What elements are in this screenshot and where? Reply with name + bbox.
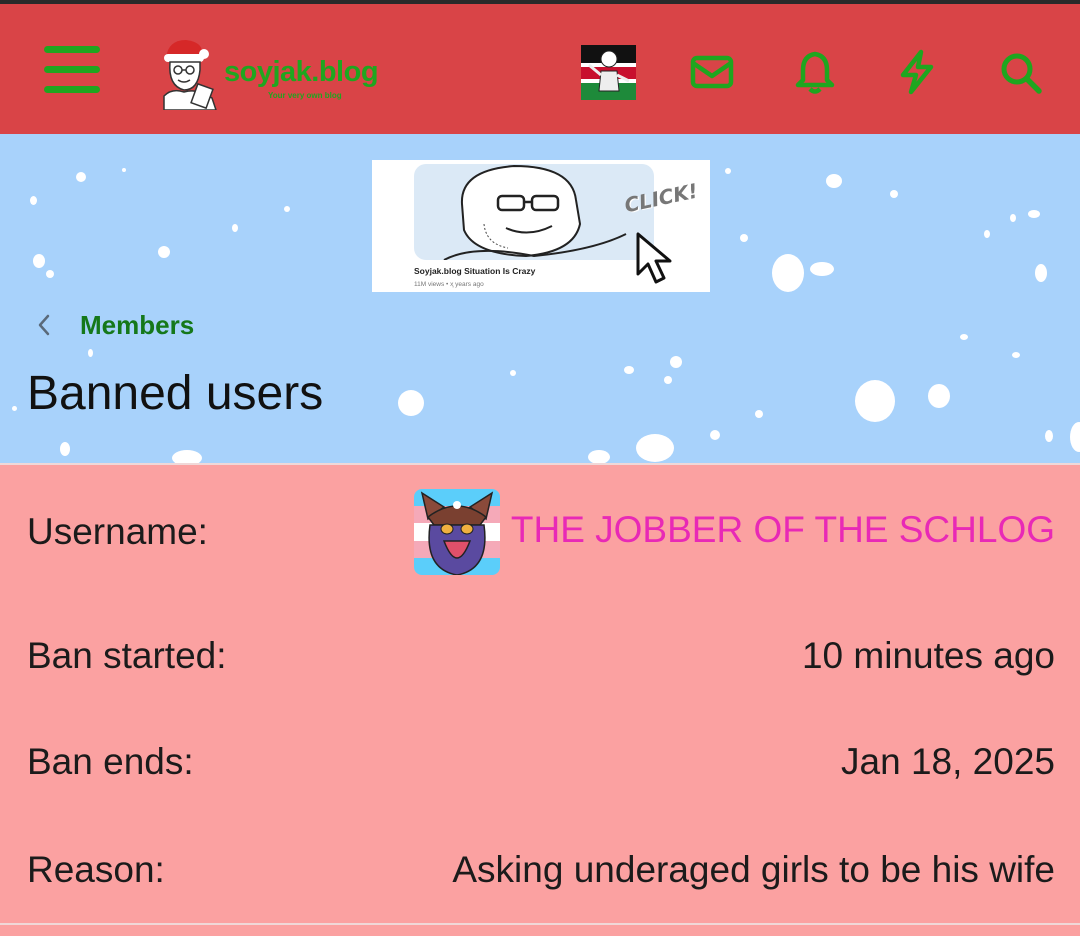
menu-icon[interactable] bbox=[44, 46, 100, 94]
snowflake bbox=[1035, 264, 1047, 282]
page-title: Banned users bbox=[27, 367, 324, 420]
chevron-left-icon[interactable] bbox=[32, 310, 56, 340]
ban-started-value: 10 minutes ago bbox=[801, 635, 1055, 676]
snowflake bbox=[1012, 352, 1020, 358]
bell-icon[interactable] bbox=[791, 48, 839, 96]
reason-label: Reason: bbox=[27, 849, 165, 890]
snowflake bbox=[158, 246, 170, 258]
snowflake bbox=[232, 224, 238, 232]
snowflake bbox=[810, 262, 834, 276]
snowflake bbox=[755, 410, 763, 418]
site-header: soyjak.blog Your very own blog bbox=[0, 4, 1080, 134]
ban-details: Username: THE JOBBER OF THE SCHLOG Ban s… bbox=[0, 465, 1080, 923]
divider bbox=[0, 923, 1080, 925]
site-logo[interactable]: soyjak.blog Your very own blog bbox=[158, 36, 398, 112]
banner-meta: 11M views • ҳ years ago bbox=[414, 281, 484, 288]
snowflake bbox=[890, 190, 898, 198]
snowflake bbox=[855, 380, 895, 422]
snowflake bbox=[60, 442, 70, 456]
snowflake bbox=[284, 206, 290, 212]
user-avatar-image bbox=[414, 489, 500, 575]
logo-tagline: Your very own blog bbox=[268, 91, 342, 100]
lightning-icon[interactable] bbox=[893, 48, 941, 96]
banner-thumbnail bbox=[414, 164, 654, 261]
snowflake bbox=[172, 450, 202, 463]
snowflake bbox=[740, 234, 748, 242]
account-avatar[interactable] bbox=[581, 45, 636, 100]
cursor-icon bbox=[636, 232, 672, 284]
username-label: Username: bbox=[27, 511, 208, 552]
snowflake bbox=[826, 174, 842, 188]
snowflake bbox=[12, 406, 17, 411]
banned-username-link[interactable]: THE JOBBER OF THE SCHLOG bbox=[511, 509, 1055, 551]
snowflake bbox=[636, 434, 674, 462]
snowflake bbox=[664, 376, 672, 384]
snowflake bbox=[46, 270, 54, 278]
snowflake bbox=[984, 230, 990, 238]
user-avatar[interactable] bbox=[414, 489, 500, 575]
snowflake bbox=[1045, 430, 1053, 442]
ban-started-label: Ban started: bbox=[27, 635, 227, 676]
snowflake bbox=[88, 349, 93, 357]
page-hero: CLICK! Soyjak.blog Situation Is Crazy 11… bbox=[0, 134, 1080, 463]
search-icon[interactable] bbox=[996, 48, 1044, 96]
snowflake bbox=[772, 254, 804, 292]
soyjak-face-image bbox=[443, 164, 627, 261]
snowflake bbox=[398, 390, 424, 416]
snowflake bbox=[76, 172, 86, 182]
soyjak-mascot-icon bbox=[163, 40, 217, 110]
inbox-icon[interactable] bbox=[688, 48, 736, 96]
ad-banner[interactable]: CLICK! Soyjak.blog Situation Is Crazy 11… bbox=[372, 160, 710, 292]
snowflake bbox=[33, 254, 45, 268]
logo-text: soyjak.blog bbox=[224, 56, 379, 88]
reason-value: Asking underaged girls to be his wife bbox=[452, 849, 1055, 890]
snowflake bbox=[510, 370, 516, 376]
snowflake bbox=[1010, 214, 1016, 222]
ban-ends-label: Ban ends: bbox=[27, 741, 194, 782]
snowflake bbox=[960, 334, 968, 340]
account-avatar-image bbox=[581, 45, 636, 100]
snowflake bbox=[624, 366, 634, 374]
snowflake bbox=[1028, 210, 1040, 218]
snowflake bbox=[588, 450, 610, 463]
breadcrumb-members[interactable]: Members bbox=[80, 310, 194, 341]
snowflake bbox=[725, 168, 731, 174]
ban-ends-value: Jan 18, 2025 bbox=[841, 741, 1055, 782]
snowflake bbox=[30, 196, 37, 205]
snowflake bbox=[928, 384, 950, 408]
snowflake bbox=[122, 168, 126, 172]
snowflake bbox=[710, 430, 720, 440]
banner-title: Soyjak.blog Situation Is Crazy bbox=[414, 266, 536, 276]
snowflake bbox=[1070, 422, 1080, 452]
snowflake bbox=[670, 356, 682, 368]
